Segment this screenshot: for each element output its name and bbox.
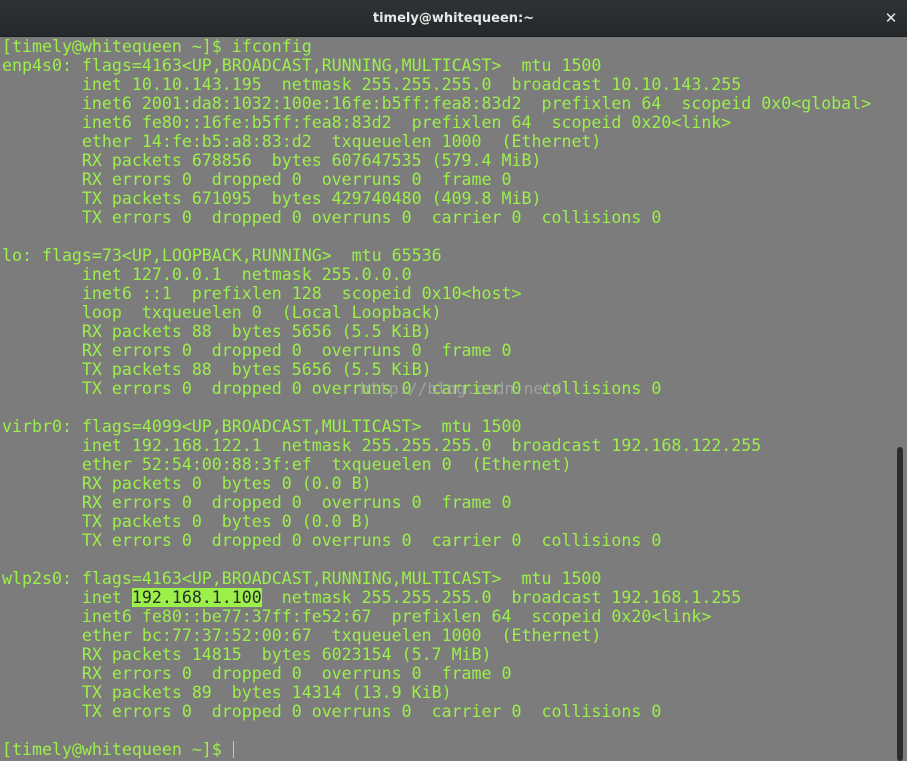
- title-bar[interactable]: timely@whitequeen:~ ✕: [0, 0, 907, 37]
- line-suffix: netmask 255.255.255.0 broadcast 192.168.…: [261, 588, 742, 607]
- terminal-line: lo: flags=73<UP,LOOPBACK,RUNNING> mtu 65…: [2, 246, 442, 265]
- terminal-line: inet6 fe80::16fe:b5ff:fea8:83d2 prefixle…: [2, 113, 732, 132]
- terminal-line: TX errors 0 dropped 0 overruns 0 carrier…: [2, 208, 662, 227]
- terminal-line-highlighted: inet 192.168.1.100 netmask 255.255.255.0…: [2, 588, 871, 607]
- terminal-line: TX packets 89 bytes 14314 (13.9 KiB): [2, 683, 452, 702]
- terminal-line: TX errors 0 dropped 0 overruns 0 carrier…: [2, 531, 662, 550]
- terminal-line: RX errors 0 dropped 0 overruns 0 frame 0: [2, 664, 512, 683]
- shell-prompt: [timely@whitequeen ~]$: [2, 740, 232, 759]
- terminal-line: inet 10.10.143.195 netmask 255.255.255.0…: [2, 75, 742, 94]
- close-icon[interactable]: ✕: [881, 8, 901, 28]
- watermark: http://blog.csdn.net/: [360, 379, 563, 398]
- terminal-line: ether 52:54:00:88:3f:ef txqueuelen 0 (Et…: [2, 455, 572, 474]
- terminal-line: RX errors 0 dropped 0 overruns 0 frame 0: [2, 170, 512, 189]
- terminal-line: TX packets 88 bytes 5656 (5.5 KiB): [2, 360, 432, 379]
- terminal-line: RX packets 678856 bytes 607647535 (579.4…: [2, 151, 542, 170]
- terminal-line: virbr0: flags=4099<UP,BROADCAST,MULTICAS…: [2, 417, 522, 436]
- terminal-line: TX packets 671095 bytes 429740480 (409.8…: [2, 189, 542, 208]
- terminal-line: inet6 fe80::be77:37ff:fe52:67 prefixlen …: [2, 607, 712, 626]
- terminal-line: ether bc:77:37:52:00:67 txqueuelen 1000 …: [2, 626, 602, 645]
- terminal-screen[interactable]: [timely@whitequeen ~]$ ifconfig enp4s0: f…: [2, 37, 871, 759]
- terminal-line: inet6 2001:da8:1032:100e:16fe:b5ff:fea8:…: [2, 94, 872, 113]
- terminal-prompt-line: [timely@whitequeen ~]$: [2, 740, 871, 759]
- terminal-line: ether 14:fe:b5:a8:83:d2 txqueuelen 1000 …: [2, 132, 602, 151]
- terminal-output[interactable]: [timely@whitequeen ~]$ ifconfig enp4s0: f…: [0, 37, 893, 761]
- terminal-line: inet6 ::1 prefixlen 128 scopeid 0x10<hos…: [2, 284, 522, 303]
- selected-ip-address[interactable]: 192.168.1.100: [131, 588, 262, 607]
- terminal-line: RX packets 88 bytes 5656 (5.5 KiB): [2, 322, 432, 341]
- terminal-line: wlp2s0: flags=4163<UP,BROADCAST,RUNNING,…: [2, 569, 602, 588]
- terminal-line: RX packets 14815 bytes 6023154 (5.7 MiB): [2, 645, 492, 664]
- terminal-line: inet 192.168.122.1 netmask 255.255.255.0…: [2, 436, 762, 455]
- scrollbar-thumb[interactable]: [897, 447, 903, 761]
- terminal-line: RX errors 0 dropped 0 overruns 0 frame 0: [2, 341, 512, 360]
- terminal-line: TX errors 0 dropped 0 overruns 0 carrier…: [2, 702, 662, 721]
- terminal-line: [timely@whitequeen ~]$ ifconfig: [2, 37, 312, 56]
- window-title: timely@whitequeen:~: [372, 11, 535, 26]
- terminal-line: TX packets 0 bytes 0 (0.0 B): [2, 512, 372, 531]
- terminal-line: RX packets 0 bytes 0 (0.0 B): [2, 474, 372, 493]
- vertical-scrollbar[interactable]: [893, 37, 907, 761]
- text-cursor: [232, 741, 234, 758]
- terminal-line: enp4s0: flags=4163<UP,BROADCAST,RUNNING,…: [2, 56, 602, 75]
- line-prefix: inet: [2, 588, 132, 607]
- terminal-window: timely@whitequeen:~ ✕ [timely@whitequeen…: [0, 0, 907, 761]
- terminal-line: RX errors 0 dropped 0 overruns 0 frame 0: [2, 493, 512, 512]
- terminal-line: inet 127.0.0.1 netmask 255.0.0.0: [2, 265, 412, 284]
- terminal-line: loop txqueuelen 0 (Local Loopback): [2, 303, 442, 322]
